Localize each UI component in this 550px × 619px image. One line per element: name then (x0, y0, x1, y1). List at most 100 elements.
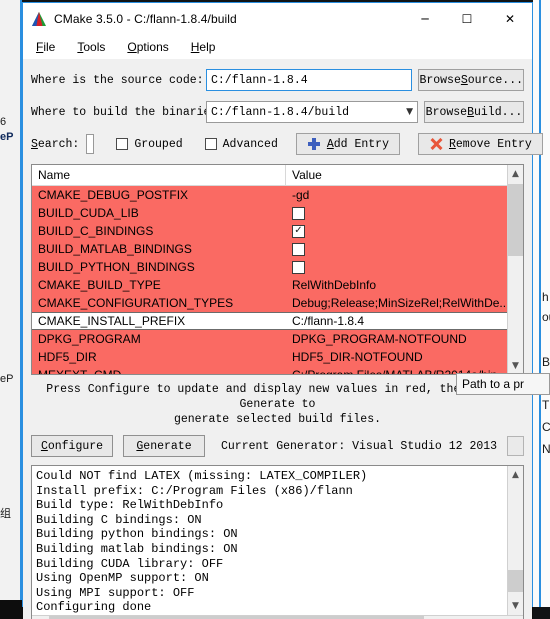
browse-source-button[interactable]: Browse Source... (418, 69, 524, 91)
log-line: Building CUDA library: OFF (36, 556, 224, 571)
background-window-edge (539, 0, 541, 607)
cache-table-vertical-scrollbar[interactable]: ▲ ▼ (507, 165, 523, 374)
cache-variable-value[interactable]: RelWithDebInfo (286, 278, 507, 292)
cache-variable-name: CMAKE_DEBUG_POSTFIX (38, 188, 189, 202)
chevron-down-icon[interactable]: ▼ (508, 597, 523, 615)
search-input[interactable] (86, 134, 95, 154)
table-row[interactable]: CMAKE_INSTALL_PREFIX C:/flann-1.8.4 (32, 312, 507, 330)
cache-variable-value[interactable] (286, 260, 507, 274)
remove-entry-button[interactable]: Remove Entry (417, 133, 543, 155)
browse-build-button[interactable]: Browse Build... (424, 101, 524, 123)
log-line: Using OpenMP support: ON (36, 571, 209, 586)
table-row[interactable]: CMAKE_DEBUG_POSTFIX -gd (32, 186, 507, 204)
bg-left-fragment: eP (0, 131, 14, 143)
build-path-row: Where to build the binaries: C:/flann-1.… (31, 101, 524, 123)
column-header-name[interactable]: Name (32, 165, 286, 186)
cache-variable-value[interactable]: ✓ (286, 224, 507, 238)
table-row[interactable]: BUILD_PYTHON_BINDINGS (32, 258, 507, 276)
generate-button[interactable]: Generate (123, 435, 205, 457)
remove-entry-label: Remove Entry (448, 137, 532, 151)
cache-variable-name: BUILD_PYTHON_BINDINGS (38, 260, 195, 274)
cache-scrollbar-thumb[interactable] (508, 184, 523, 256)
background-window-right[interactable]: h ou B T C NS (533, 0, 550, 607)
cmake-main-window: CMake 3.5.0 - C:/flann-1.8.4/build ─ ☐ ✕… (22, 2, 543, 619)
grouped-checkbox-box (116, 138, 129, 150)
table-row[interactable]: CMAKE_BUILD_TYPE RelWithDebInfo (32, 276, 507, 294)
cache-variable-name: BUILD_CUDA_LIB (38, 206, 139, 220)
output-scrollbar-thumb[interactable] (508, 569, 523, 592)
window-controls: ─ ☐ ✕ (404, 3, 532, 34)
cache-variable-value[interactable]: C:/flann-1.8.4 (286, 314, 507, 328)
advanced-checkbox[interactable]: Advanced (204, 137, 278, 151)
output-log-text[interactable]: Could NOT find LATEX (missing: LATEX_COM… (32, 466, 507, 615)
log-line: Using MPI support: OFF (36, 585, 195, 600)
bg-right-fragment: T (542, 398, 550, 412)
chevron-up-icon[interactable]: ▲ (508, 165, 523, 182)
table-row[interactable]: BUILD_MATLAB_BINDINGS (32, 240, 507, 258)
search-row: Search: Grouped Advanced Add Entry Remov… (31, 133, 543, 155)
table-row[interactable]: DPKG_PROGRAM DPKG_PROGRAM-NOTFOUND (32, 330, 507, 348)
add-entry-button[interactable]: Add Entry (295, 133, 400, 155)
bg-right-fragment: NS (542, 442, 550, 456)
source-path-row: Where is the source code: C:/flann-1.8.4… (31, 69, 524, 91)
cache-variable-name: CMAKE_CONFIGURATION_TYPES (38, 296, 234, 310)
bg-right-fragment: h (542, 290, 549, 304)
table-row[interactable]: MEXEXT_CMDC:/Program Files/MATLAB/R2014a… (32, 366, 507, 374)
cache-value-checkbox[interactable] (292, 206, 305, 220)
build-path-combobox[interactable]: C:/flann-1.8.4/build ▼ (206, 101, 418, 123)
search-label: Search: (31, 137, 80, 151)
close-button[interactable]: ✕ (488, 3, 532, 34)
table-row[interactable]: CMAKE_CONFIGURATION_TYPES Debug;Release;M… (32, 294, 507, 312)
output-horizontal-scrollbar[interactable]: ◀ ▶ (32, 614, 523, 619)
chevron-up-icon[interactable]: ▲ (508, 466, 523, 483)
chevron-down-icon[interactable]: ▼ (406, 102, 413, 122)
maximize-button[interactable]: ☐ (446, 3, 488, 34)
source-path-input[interactable]: C:/flann-1.8.4 (206, 69, 413, 91)
background-window-left[interactable]: 6 eP eP 组 (0, 0, 22, 600)
table-row[interactable]: BUILD_CUDA_LIB (32, 204, 507, 222)
table-row[interactable]: HDF5_DIR HDF5_DIR-NOTFOUND (32, 348, 507, 366)
log-line: Install prefix: C:/Program Files (x86)/f… (36, 483, 353, 498)
menu-item-file[interactable]: File (36, 40, 55, 54)
cache-value-checkbox[interactable] (292, 242, 305, 256)
main-panel: Where is the source code: C:/flann-1.8.4… (23, 59, 543, 619)
cache-value-checkbox[interactable] (292, 260, 305, 274)
menu-item-options[interactable]: Options (127, 40, 168, 54)
add-entry-label: Add Entry (326, 137, 389, 151)
cmake-logo-icon (31, 11, 47, 27)
log-line: Building C bindings: ON (36, 512, 202, 527)
x-mark-icon (429, 137, 443, 151)
cache-scrollbar-track[interactable] (508, 182, 523, 357)
advanced-checkbox-label: Advanced (222, 137, 278, 151)
menu-item-help[interactable]: Help (191, 40, 216, 54)
output-vertical-scrollbar[interactable]: ▲ ▼ (507, 466, 523, 615)
cache-variable-name: MEXEXT_CMD (32, 368, 286, 374)
bg-right-fragment: B (542, 355, 550, 369)
output-scrollbar-track[interactable] (508, 483, 523, 598)
chevron-down-icon[interactable]: ▼ (508, 357, 523, 374)
log-line: Configuring done (36, 600, 152, 615)
cache-variable-value[interactable] (286, 206, 507, 220)
minimize-button[interactable]: ─ (404, 3, 446, 34)
menu-bar: File Tools Options Help (23, 34, 532, 59)
hint-line-1: Press Configure to update and display ne… (46, 383, 509, 411)
log-line: Could NOT find LATEX (missing: LATEX_COM… (36, 469, 368, 483)
tooltip: Path to a pr (456, 373, 550, 395)
cache-variable-value[interactable]: Debug;Release;MinSizeRel;RelWithDe... (286, 296, 507, 310)
column-header-value[interactable]: Value (286, 165, 507, 186)
cache-variable-name: HDF5_DIR (38, 350, 97, 364)
cache-variable-value[interactable]: DPKG_PROGRAM-NOTFOUND (286, 332, 507, 346)
cache-value-checkbox[interactable]: ✓ (292, 224, 305, 238)
hint-text: Press Configure to update and display ne… (31, 382, 524, 427)
source-path-label: Where is the source code: (31, 73, 204, 87)
cache-variable-value[interactable]: HDF5_DIR-NOTFOUND (286, 350, 507, 364)
grouped-checkbox[interactable]: Grouped (116, 137, 183, 151)
cache-variable-value[interactable]: -gd (286, 188, 507, 202)
configure-button[interactable]: Configure (31, 435, 113, 457)
cache-variable-value[interactable] (286, 242, 507, 256)
grouped-checkbox-label: Grouped (134, 137, 183, 151)
cache-variable-name: DPKG_PROGRAM (38, 332, 141, 346)
table-row[interactable]: BUILD_C_BINDINGS ✓ (32, 222, 507, 240)
title-bar[interactable]: CMake 3.5.0 - C:/flann-1.8.4/build ─ ☐ ✕ (23, 3, 532, 34)
menu-item-tools[interactable]: Tools (77, 40, 105, 54)
